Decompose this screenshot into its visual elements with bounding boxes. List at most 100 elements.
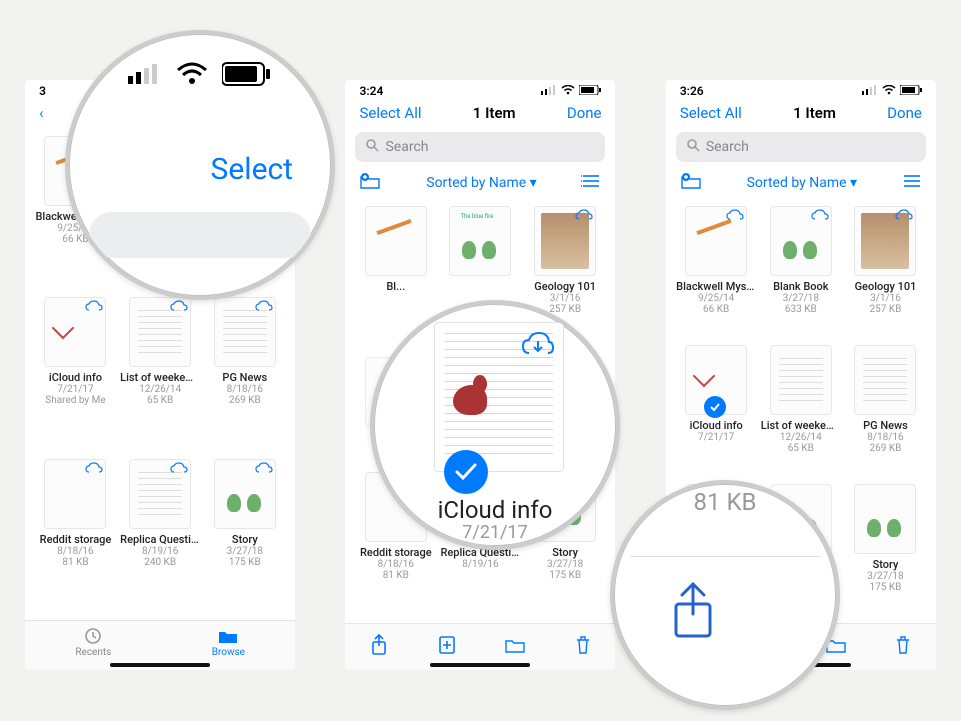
file-name: Bl...: [386, 280, 405, 293]
file-tile[interactable]: Geology 101 3/1/16 257 KB: [845, 206, 926, 337]
file-date: 7/21/17: [57, 384, 93, 395]
file-date-zoom: 7/21/17: [374, 522, 616, 543]
file-name: PG News: [863, 419, 908, 432]
select-all-button[interactable]: Select All: [680, 104, 742, 122]
file-size: 269 KB: [870, 443, 902, 454]
file-date: 12/26/14: [780, 432, 822, 443]
file-size: 175 KB: [549, 570, 581, 581]
file-tile[interactable]: Blackwell Mysteries 9/25/14 66 KB: [676, 206, 757, 337]
file-size-zoom: 81 KB: [614, 488, 836, 516]
file-tile[interactable]: List of weeke…ojects 12/26/14 65 KB: [760, 345, 841, 476]
new-file-icon[interactable]: [437, 634, 457, 656]
status-time: 3:24: [359, 84, 383, 98]
file-size: 65 KB: [147, 395, 173, 406]
file-date: 3/1/16: [550, 293, 581, 304]
file-size: 633 KB: [785, 304, 817, 315]
file-tile[interactable]: Story 3/27/18 175 KB: [204, 459, 285, 612]
file-tile[interactable]: Reddit storage 8/18/16 81 KB: [35, 459, 116, 612]
trash-icon[interactable]: [894, 635, 912, 655]
file-date: 3/1/16: [870, 293, 901, 304]
file-size: 175 KB: [229, 557, 261, 568]
file-tile[interactable]: Story 3/27/18 175 KB: [845, 484, 926, 615]
selection-count: 1 Item: [473, 104, 516, 122]
cloud-download-icon: [170, 300, 188, 314]
selection-toolbar: [345, 623, 615, 670]
new-folder-icon[interactable]: [680, 172, 702, 194]
status-time: 3: [39, 84, 46, 98]
callout-selected-file: iCloud info 7/21/17: [370, 300, 620, 550]
file-size: 65 KB: [788, 443, 814, 454]
back-button[interactable]: ‹: [39, 104, 44, 122]
share-icon-zoom[interactable]: [668, 582, 718, 640]
search-placeholder: Search: [385, 139, 428, 155]
battery-icon: [900, 84, 922, 98]
file-size: 257 KB: [549, 304, 581, 315]
cloud-download-icon: [255, 462, 273, 476]
file-name: Reddit storage: [40, 533, 112, 546]
home-indicator[interactable]: [110, 663, 210, 667]
file-date: 3/27/18: [547, 559, 583, 570]
file-name-zoom: iCloud info: [374, 496, 616, 524]
select-all-button[interactable]: Select All: [359, 104, 421, 122]
done-button[interactable]: Done: [567, 104, 602, 122]
file-tile[interactable]: iCloud info 7/21/17 Shared by Me: [35, 297, 116, 450]
search-input[interactable]: Search: [676, 132, 926, 162]
search-icon: [686, 138, 700, 156]
wifi-icon: [561, 84, 575, 98]
file-size: 257 KB: [870, 304, 902, 315]
trash-icon[interactable]: [574, 635, 592, 655]
share-icon[interactable]: [369, 634, 389, 656]
search-placeholder: Search: [706, 139, 749, 155]
file-date: 7/21/17: [698, 432, 734, 443]
sort-button[interactable]: Sorted by Name ▾: [747, 175, 857, 191]
file-name: Blank Book: [773, 280, 828, 293]
move-folder-icon[interactable]: [504, 636, 526, 654]
cloud-download-icon: [726, 209, 744, 223]
file-name: Blackwell Mysteries: [676, 280, 756, 293]
file-tile[interactable]: PG News 8/18/16 269 KB: [845, 345, 926, 476]
status-bar: 3:26: [666, 80, 936, 100]
sort-row: Sorted by Name ▾: [666, 166, 936, 198]
file-tile[interactable]: PG News 8/18/16 269 KB: [204, 297, 285, 450]
file-date: 8/18/16: [227, 384, 263, 395]
file-tile[interactable]: List of weeke…ojects 12/26/14 65 KB: [120, 297, 201, 450]
toolbar-divider: [630, 556, 820, 557]
battery-icon: [222, 62, 272, 90]
wifi-icon: [176, 62, 208, 90]
cloud-download-icon: [895, 209, 913, 223]
file-tile[interactable]: Blank Book 3/27/18 633 KB: [760, 206, 841, 337]
file-size: 66 KB: [703, 304, 729, 315]
file-name: PG News: [222, 371, 267, 384]
search-icon: [365, 138, 379, 156]
done-button[interactable]: Done: [887, 104, 922, 122]
callout-share: 81 KB: [610, 480, 840, 710]
file-name: Story: [873, 558, 899, 571]
file-size: 269 KB: [229, 395, 261, 406]
file-thumbnail-zoom[interactable]: [434, 322, 564, 472]
tab-browse[interactable]: Browse: [212, 627, 245, 658]
list-view-icon[interactable]: [902, 174, 922, 192]
cell-signal-icon: [128, 62, 162, 90]
file-tile[interactable]: iCloud info 7/21/17: [676, 345, 757, 476]
file-date: 8/19/16: [142, 546, 178, 557]
file-name: List of weeke…ojects: [120, 371, 200, 384]
sort-button[interactable]: Sorted by Name ▾: [426, 175, 536, 191]
chicken-illustration: [453, 375, 491, 421]
cloud-download-icon: [811, 209, 829, 223]
battery-icon: [579, 84, 601, 98]
select-button-zoom[interactable]: Select: [211, 152, 293, 187]
home-indicator[interactable]: [430, 663, 530, 667]
file-tile[interactable]: Replica Questions 8/19/16 240 KB: [120, 459, 201, 612]
wifi-icon: [882, 84, 896, 98]
file-size: 175 KB: [870, 582, 902, 593]
search-input[interactable]: Search: [355, 132, 605, 162]
list-view-icon[interactable]: [581, 174, 601, 192]
callout-select: Select: [65, 30, 335, 300]
status-time: 3:26: [680, 84, 704, 98]
new-folder-icon[interactable]: [359, 172, 381, 194]
file-date: 8/18/16: [57, 546, 93, 557]
tab-recents[interactable]: Recents: [75, 627, 111, 658]
search-input-zoom[interactable]: [89, 212, 311, 258]
cloud-download-icon: [255, 300, 273, 314]
cloud-download-icon: [521, 331, 555, 359]
